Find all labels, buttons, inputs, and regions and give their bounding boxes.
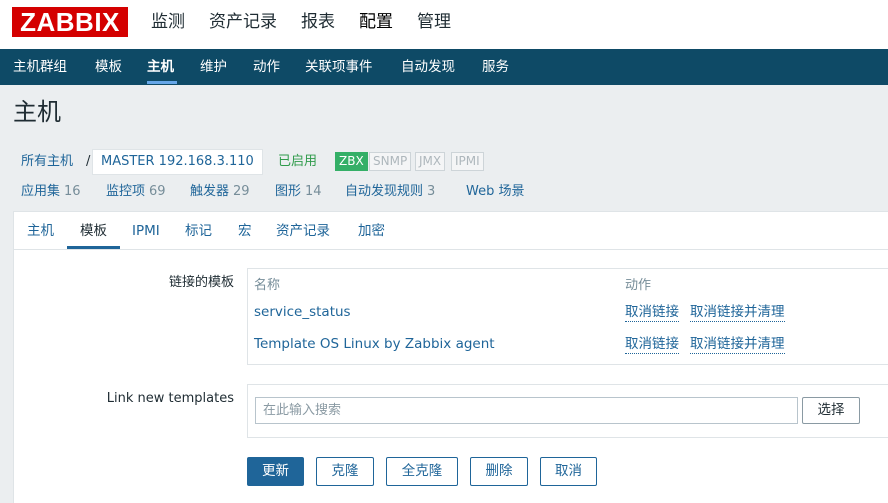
unlink-button[interactable]: 取消链接 bbox=[625, 303, 679, 322]
tab-active-indicator bbox=[67, 246, 120, 249]
cancel-button[interactable]: 取消 bbox=[540, 457, 597, 486]
tab-tags[interactable]: 标记 bbox=[185, 222, 212, 240]
link-graphs-count: 14 bbox=[305, 184, 322, 199]
link-triggers-label: 触发器 bbox=[190, 184, 230, 199]
sub-nav-maintenance[interactable]: 维护 bbox=[200, 49, 227, 85]
link-items-count: 69 bbox=[149, 184, 166, 199]
status-enabled[interactable]: 已启用 bbox=[278, 153, 317, 171]
breadcrumb-host[interactable]: MASTER 192.168.3.110 bbox=[92, 149, 263, 175]
sub-nav-event-correlation[interactable]: 关联项事件 bbox=[305, 49, 373, 85]
link-discovery-rules-label: 自动发现规则 bbox=[345, 184, 424, 199]
link-graphs[interactable]: 图形 14 bbox=[275, 183, 322, 201]
link-web-scenarios-label: Web 场景 bbox=[466, 184, 525, 199]
tab-templates[interactable]: 模板 bbox=[80, 222, 107, 240]
select-button[interactable]: 选择 bbox=[802, 397, 860, 424]
sub-nav-active-indicator bbox=[147, 81, 177, 84]
sub-nav-actions[interactable]: 动作 bbox=[253, 49, 280, 85]
template-link-service-status[interactable]: service_status bbox=[254, 303, 351, 321]
link-applications-label: 应用集 bbox=[21, 184, 61, 199]
tab-macros[interactable]: 宏 bbox=[238, 222, 252, 240]
unlink-button[interactable]: 取消链接 bbox=[625, 335, 679, 354]
unlink-and-clear-button[interactable]: 取消链接并清理 bbox=[690, 303, 785, 322]
sub-nav-services[interactable]: 服务 bbox=[482, 49, 509, 85]
link-triggers-count: 29 bbox=[233, 184, 250, 199]
main-menu-configuration[interactable]: 配置 bbox=[359, 11, 393, 33]
sub-nav: 主机群组 模板 主机 维护 动作 关联项事件 自动发现 服务 bbox=[0, 49, 888, 85]
template-link-os-linux[interactable]: Template OS Linux by Zabbix agent bbox=[254, 335, 495, 353]
tabs-bar: 主机 模板 IPMI 标记 宏 资产记录 加密 bbox=[14, 212, 888, 250]
link-applications[interactable]: 应用集 16 bbox=[21, 183, 81, 201]
link-new-templates-label: Link new templates bbox=[106, 391, 234, 406]
link-new-templates-box: 选择 bbox=[247, 384, 888, 438]
tab-host[interactable]: 主机 bbox=[27, 222, 54, 240]
breadcrumb-separator: / bbox=[86, 154, 91, 169]
availability-ipmi-badge: IPMI bbox=[451, 152, 484, 171]
main-menu-monitoring[interactable]: 监测 bbox=[151, 11, 185, 33]
link-discovery-rules[interactable]: 自动发现规则 3 bbox=[345, 183, 435, 201]
main-menu: 监测 资产记录 报表 配置 管理 bbox=[151, 11, 475, 33]
zabbix-logo[interactable]: ZABBIX bbox=[12, 7, 128, 37]
link-items-label: 监控项 bbox=[106, 184, 146, 199]
link-items[interactable]: 监控项 69 bbox=[106, 183, 166, 201]
update-button[interactable]: 更新 bbox=[247, 457, 304, 486]
sub-nav-host-groups[interactable]: 主机群组 bbox=[13, 49, 67, 85]
main-menu-reports[interactable]: 报表 bbox=[301, 11, 335, 33]
host-form-panel: 主机 模板 IPMI 标记 宏 资产记录 加密 链接的模板 名称 动作 serv… bbox=[13, 211, 888, 503]
delete-button[interactable]: 删除 bbox=[470, 457, 528, 486]
link-triggers[interactable]: 触发器 29 bbox=[190, 183, 250, 201]
full-clone-button[interactable]: 全克隆 bbox=[386, 457, 458, 486]
main-menu-administration[interactable]: 管理 bbox=[417, 11, 451, 33]
main-menu-inventory[interactable]: 资产记录 bbox=[209, 11, 277, 33]
column-header-name: 名称 bbox=[254, 278, 281, 293]
template-search-input[interactable] bbox=[255, 397, 798, 424]
breadcrumb-all-hosts[interactable]: 所有主机 bbox=[21, 153, 73, 171]
tab-ipmi[interactable]: IPMI bbox=[132, 222, 160, 240]
link-graphs-label: 图形 bbox=[275, 184, 302, 199]
linked-templates-table: 名称 动作 service_status 取消链接 取消链接并清理 Templa… bbox=[247, 268, 888, 365]
link-discovery-rules-count: 3 bbox=[427, 184, 436, 199]
link-applications-count: 16 bbox=[64, 184, 81, 199]
column-header-action: 动作 bbox=[625, 278, 652, 293]
link-web-scenarios[interactable]: Web 场景 bbox=[466, 183, 524, 201]
sub-nav-discovery[interactable]: 自动发现 bbox=[401, 49, 455, 85]
top-header: ZABBIX 监测 资产记录 报表 配置 管理 bbox=[0, 0, 888, 49]
page-title: 主机 bbox=[13, 98, 61, 126]
availability-zbx-badge: ZBX bbox=[335, 152, 368, 171]
linked-templates-label: 链接的模板 bbox=[168, 275, 234, 290]
tab-inventory[interactable]: 资产记录 bbox=[276, 222, 330, 240]
tab-encryption[interactable]: 加密 bbox=[358, 222, 385, 240]
sub-nav-templates[interactable]: 模板 bbox=[95, 49, 122, 85]
unlink-and-clear-button[interactable]: 取消链接并清理 bbox=[690, 335, 785, 354]
sub-nav-hosts[interactable]: 主机 bbox=[147, 49, 174, 85]
clone-button[interactable]: 克隆 bbox=[316, 457, 374, 486]
availability-snmp-badge: SNMP bbox=[369, 152, 412, 171]
availability-jmx-badge: JMX bbox=[415, 152, 446, 171]
